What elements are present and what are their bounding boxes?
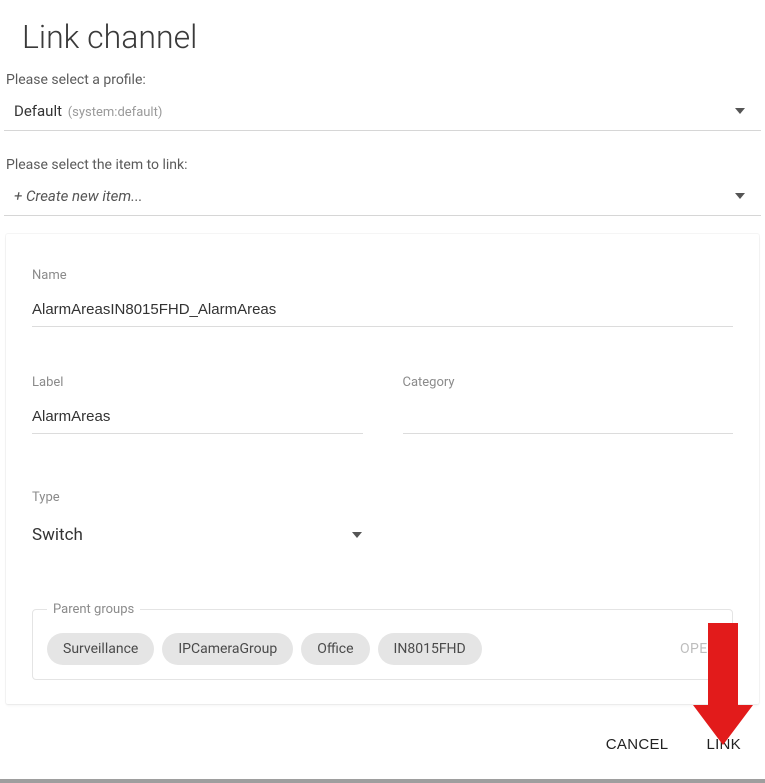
open-label: OPEN: [680, 641, 718, 657]
parent-groups-fieldset[interactable]: Parent groups Surveillance IPCameraGroup…: [32, 602, 733, 680]
chevron-down-icon: [352, 532, 362, 538]
chevron-down-icon: [735, 193, 745, 199]
parent-groups-legend: Parent groups: [47, 602, 140, 617]
type-select-value: Switch: [32, 525, 83, 545]
label-label: Label: [32, 375, 363, 390]
label-field[interactable]: [32, 402, 363, 434]
dialog-actions: CANCEL LINK: [602, 726, 745, 763]
chevron-down-icon: [735, 108, 745, 114]
item-prompt: Please select the item to link:: [0, 149, 765, 177]
parent-group-chip[interactable]: IN8015FHD: [378, 633, 482, 665]
page-title: Link channel: [0, 0, 765, 64]
item-select-value: + Create new item...: [14, 187, 143, 205]
profile-selected-detail: (system:default): [68, 105, 163, 120]
parent-group-chip[interactable]: Office: [301, 633, 369, 665]
link-button[interactable]: LINK: [702, 726, 745, 763]
type-label: Type: [32, 490, 733, 505]
name-label: Name: [32, 268, 733, 283]
parent-group-chip[interactable]: IPCameraGroup: [162, 633, 293, 665]
cancel-button[interactable]: CANCEL: [602, 726, 673, 763]
parent-group-chip[interactable]: Surveillance: [47, 633, 154, 665]
name-field[interactable]: [32, 295, 733, 327]
item-select[interactable]: + Create new item...: [4, 177, 761, 216]
category-field[interactable]: [403, 402, 734, 434]
category-label: Category: [403, 375, 734, 390]
type-select[interactable]: Switch: [32, 517, 368, 554]
profile-prompt: Please select a profile:: [0, 64, 765, 92]
profile-select[interactable]: Default (system:default): [4, 92, 761, 131]
profile-select-value: Default (system:default): [14, 102, 162, 120]
bottom-divider: [0, 779, 765, 783]
create-item-card: Name Label Category Type Switch Parent g…: [6, 234, 759, 704]
profile-selected-name: Default: [14, 102, 62, 120]
